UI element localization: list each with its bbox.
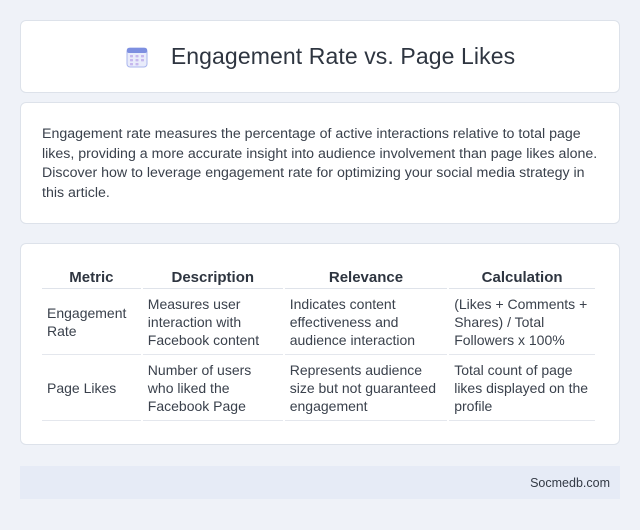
column-header-relevance: Relevance	[284, 266, 448, 289]
column-header-metric: Metric	[42, 266, 141, 289]
cell-metric: Engagement Rate	[42, 289, 141, 355]
column-header-description: Description	[142, 266, 283, 289]
table-row: Engagement Rate Measures user interactio…	[42, 289, 595, 355]
intro-paragraph: Engagement rate measures the percentage …	[42, 126, 598, 201]
calendar-icon	[125, 45, 149, 69]
cell-relevance: Indicates content effectiveness and audi…	[284, 289, 448, 355]
cell-calculation: Total count of page likes displayed on t…	[449, 355, 595, 421]
footer-bar: Socmedb.com	[20, 466, 620, 499]
table-header-row: Metric Description Relevance Calculation	[42, 266, 595, 289]
column-header-calculation: Calculation	[449, 266, 595, 289]
page-title: Engagement Rate vs. Page Likes	[170, 43, 516, 69]
comparison-card: Metric Description Relevance Calculation…	[20, 243, 620, 445]
comparison-table: Metric Description Relevance Calculation…	[40, 266, 597, 421]
title-card: Engagement Rate vs. Page Likes	[20, 20, 620, 93]
footer-site-link[interactable]: Socmedb.com	[530, 476, 610, 490]
intro-card: Engagement rate measures the percentage …	[20, 102, 620, 224]
table-row: Page Likes Number of users who liked the…	[42, 355, 595, 421]
cell-calculation: (Likes + Comments + Shares) / Total Foll…	[449, 289, 595, 355]
cell-description: Measures user interaction with Facebook …	[142, 289, 283, 355]
cell-relevance: Represents audience size but not guarant…	[284, 355, 448, 421]
cell-metric: Page Likes	[42, 355, 141, 421]
cell-description: Number of users who liked the Facebook P…	[142, 355, 283, 421]
